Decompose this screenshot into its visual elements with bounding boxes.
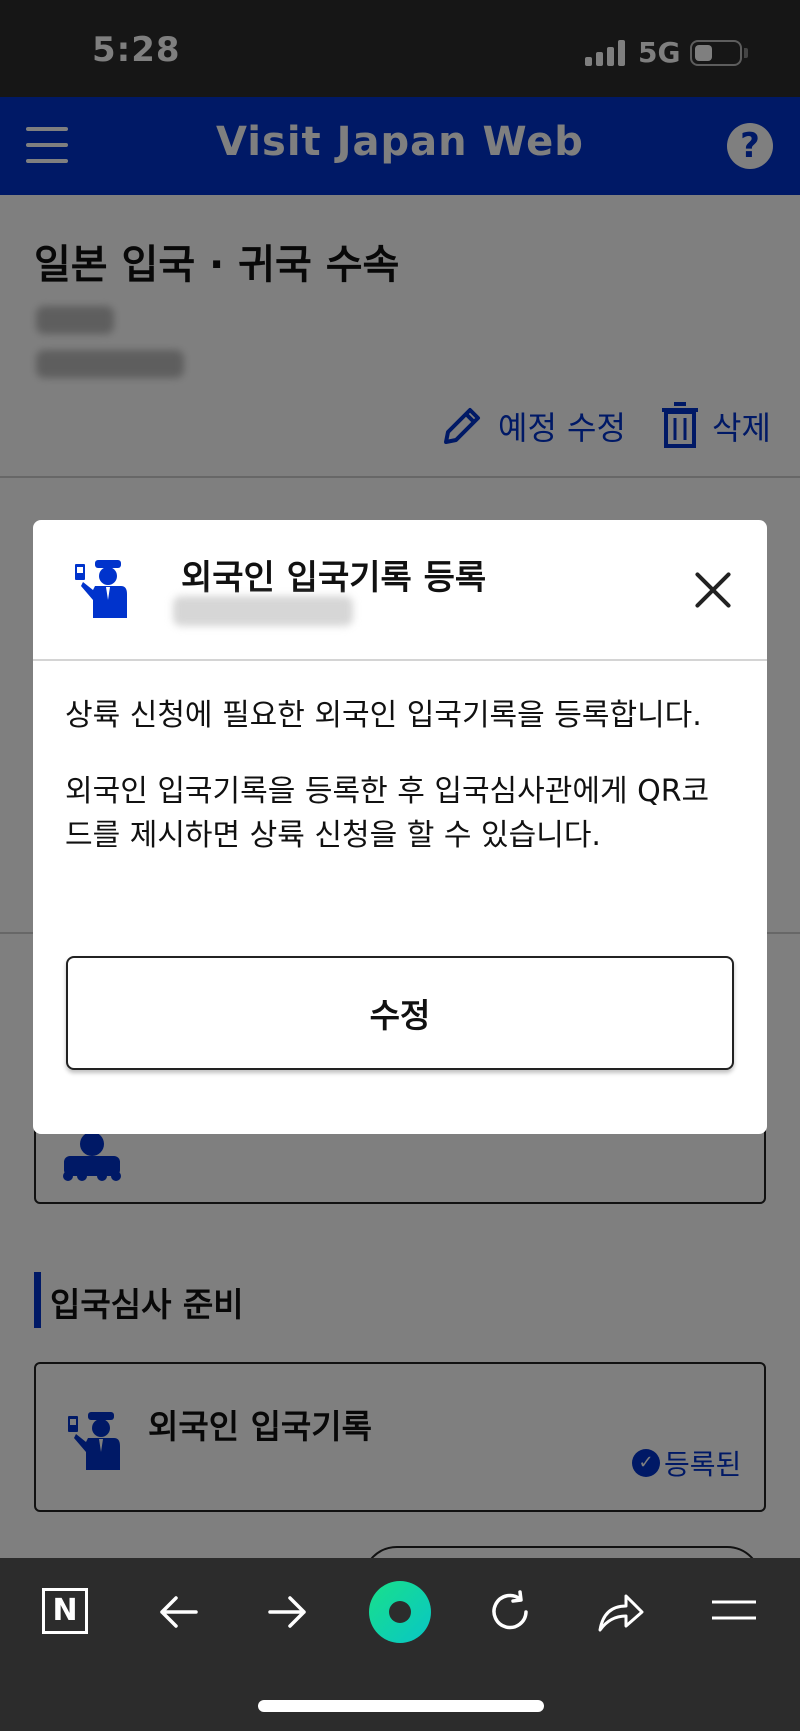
naver-n-icon[interactable]: N: [42, 1588, 88, 1634]
edit-button[interactable]: 수정: [66, 956, 734, 1070]
modal-instructions: 외국인 입국기록을 등록한 후 입국심사관에게 QR코드를 제시하면 상륙 신청…: [65, 774, 710, 853]
back-arrow-icon[interactable]: [156, 1590, 200, 1634]
immigration-officer-icon: [75, 560, 127, 618]
modal-description: 상륙 신청에 필요한 외국인 입국기록을 등록합니다.: [65, 698, 702, 733]
modal-title: 외국인 입국기록 등록: [181, 558, 487, 598]
blurred-text: [173, 596, 353, 626]
share-icon[interactable]: [596, 1590, 646, 1634]
modal-divider: [33, 659, 767, 661]
home-indicator: [258, 1700, 544, 1712]
menu-icon[interactable]: [710, 1596, 758, 1626]
close-icon[interactable]: [693, 570, 733, 610]
forward-arrow-icon[interactable]: [266, 1590, 310, 1634]
registration-modal: 외국인 입국기록 등록 상륙 신청에 필요한 외국인 입국기록을 등록합니다. …: [33, 520, 767, 1134]
reload-icon[interactable]: [486, 1588, 534, 1636]
green-dot-icon[interactable]: [368, 1580, 432, 1644]
naver-n-label: N: [52, 1593, 78, 1628]
